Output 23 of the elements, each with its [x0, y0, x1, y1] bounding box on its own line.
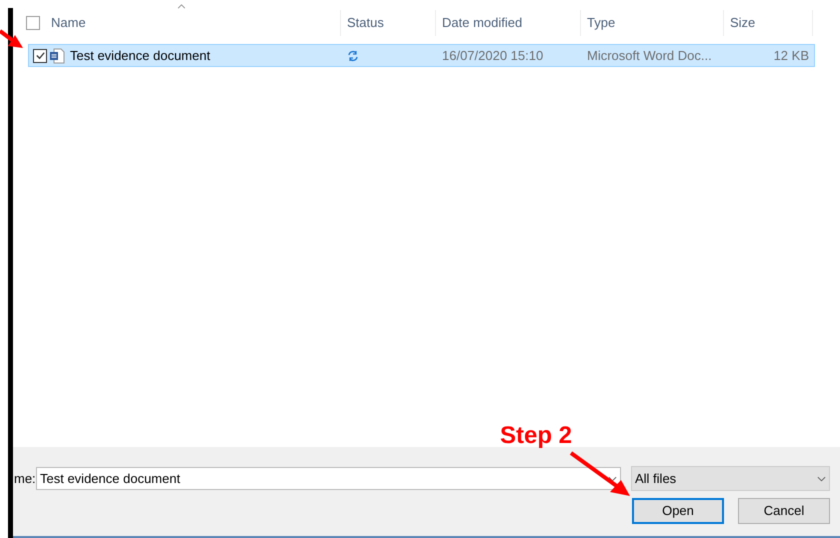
size-cell-text: 12 KB: [772, 46, 810, 65]
column-header[interactable]: Size: [730, 13, 756, 33]
column-header[interactable]: Status: [347, 13, 384, 33]
file-name-field[interactable]: Test evidence document: [36, 467, 621, 490]
document-icon: [49, 48, 65, 64]
dialog-button[interactable]: Open: [632, 498, 724, 524]
caret-icon: [608, 476, 617, 482]
checkbox[interactable]: [33, 48, 47, 62]
file-type-dropdown[interactable]: All files: [631, 466, 830, 491]
type-cell-text: Microsoft Word Doc...: [586, 46, 713, 65]
caret-icon: [817, 476, 826, 482]
dialog-button[interactable]: Cancel: [738, 498, 830, 524]
arrow-drawing: [568, 450, 632, 498]
file-row[interactable]: Test evidence document 16/07/2020 15:10 Microsoft Word Doc... 12 KB: [28, 44, 815, 67]
checkbox[interactable]: [26, 16, 40, 30]
column-header[interactable]: Date modified: [442, 13, 522, 33]
arrow-drawing: [0, 28, 24, 50]
column-header[interactable]: Name: [51, 13, 86, 33]
file-name: Test evidence document: [70, 46, 210, 65]
step-label: Step 2: [500, 421, 572, 451]
file-name-label: me:: [13, 470, 36, 488]
column-header[interactable]: Type: [587, 13, 616, 33]
date-cell-text: 16/07/2020 15:10: [441, 46, 544, 65]
